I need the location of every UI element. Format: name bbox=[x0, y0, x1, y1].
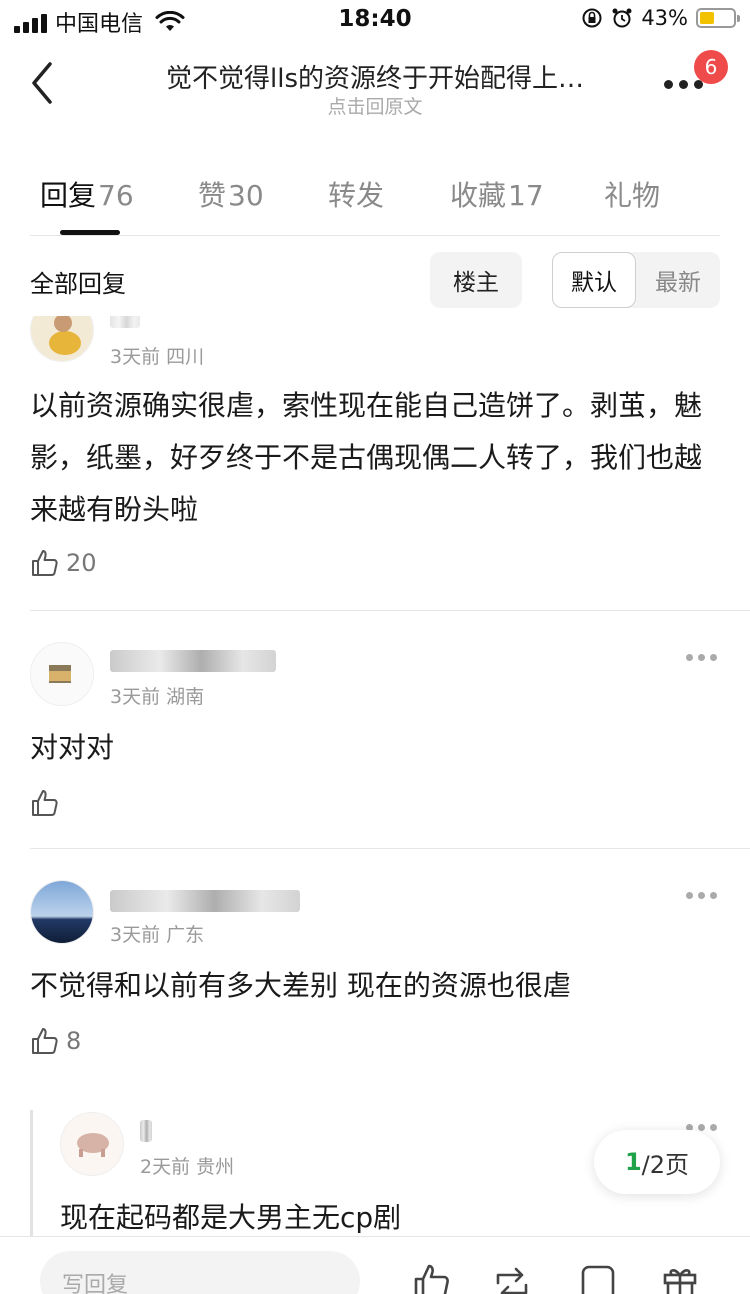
username[interactable] bbox=[110, 650, 276, 672]
comment-text[interactable]: 不觉得和以前有多大差别 现在的资源也很虐 bbox=[30, 960, 720, 1012]
divider bbox=[30, 610, 750, 611]
repost-icon[interactable] bbox=[492, 1261, 532, 1294]
username[interactable] bbox=[110, 890, 300, 912]
comment-meta: 2天前 贵州 bbox=[140, 1156, 235, 1178]
gift-icon[interactable] bbox=[660, 1261, 700, 1294]
comment-more-button[interactable] bbox=[686, 654, 720, 664]
like-button[interactable]: 8 bbox=[30, 1026, 81, 1056]
avatar[interactable] bbox=[60, 1112, 124, 1176]
like-count: 20 bbox=[66, 549, 97, 577]
total-pages: /2页 bbox=[641, 1150, 690, 1179]
like-button[interactable] bbox=[30, 788, 66, 818]
username[interactable] bbox=[140, 1120, 152, 1142]
nav-bar: 觉不觉得lls的资源终于开始配得上… 点击回原文 6 bbox=[0, 40, 750, 130]
avatar[interactable] bbox=[30, 316, 94, 362]
comment-icon[interactable] bbox=[578, 1261, 618, 1294]
battery-percent: 43% bbox=[641, 6, 688, 30]
comment-text[interactable]: 对对对 bbox=[30, 722, 720, 774]
current-page: 1 bbox=[624, 1148, 642, 1176]
thumbs-up-icon bbox=[32, 790, 58, 816]
battery-icon bbox=[696, 8, 740, 28]
comment-meta: 3天前 湖南 bbox=[110, 686, 205, 708]
tab-reposts[interactable]: 转发 bbox=[328, 174, 386, 214]
comment-text[interactable]: 现在起码都是大男主无cp剧 bbox=[60, 1192, 700, 1236]
status-bar: 中国电信 18:40 43% bbox=[0, 0, 750, 40]
thumbs-up-icon bbox=[32, 550, 58, 576]
tab-likes[interactable]: 赞30 bbox=[198, 174, 264, 214]
notification-badge: 6 bbox=[694, 50, 728, 84]
back-to-post-link[interactable]: 点击回原文 bbox=[120, 92, 630, 119]
like-button[interactable]: 20 bbox=[30, 548, 97, 578]
active-tab-indicator bbox=[60, 230, 120, 235]
divider bbox=[30, 848, 750, 849]
reply-thread-line bbox=[30, 1110, 33, 1236]
thumbs-up-icon bbox=[32, 1028, 58, 1054]
owner-only-chip[interactable]: 楼主 bbox=[430, 252, 522, 308]
sort-default-button[interactable]: 默认 bbox=[552, 252, 636, 308]
comment-meta: 3天前 广东 bbox=[110, 924, 205, 946]
username[interactable] bbox=[110, 316, 140, 328]
sort-toggle: 默认 最新 bbox=[552, 252, 720, 308]
tab-replies[interactable]: 回复76 bbox=[40, 174, 134, 214]
filter-row: 全部回复 楼主 默认 最新 bbox=[30, 252, 720, 308]
tab-bar: 回复76 赞30 转发 收藏17 礼物 bbox=[30, 160, 720, 236]
like-count: 8 bbox=[66, 1027, 82, 1055]
all-replies-heading: 全部回复 bbox=[30, 270, 126, 298]
write-reply-input[interactable]: 写回复 bbox=[40, 1251, 360, 1294]
thumbs-up-icon[interactable] bbox=[412, 1261, 452, 1294]
back-button[interactable] bbox=[24, 58, 64, 108]
tab-gifts[interactable]: 礼物 bbox=[604, 174, 662, 214]
post-title[interactable]: 觉不觉得lls的资源终于开始配得上… bbox=[120, 58, 630, 95]
rotation-lock-icon bbox=[582, 8, 602, 28]
bottom-bar: 写回复 bbox=[0, 1236, 750, 1294]
avatar[interactable] bbox=[30, 642, 94, 706]
avatar[interactable] bbox=[30, 880, 94, 944]
comment-text[interactable]: 以前资源确实很虐，索性现在能自己造饼了。剥茧，魅影，纸墨，好歹终于不是古偶现偶二… bbox=[30, 380, 720, 536]
sort-latest-button[interactable]: 最新 bbox=[636, 252, 720, 308]
comment-more-button[interactable] bbox=[686, 892, 720, 902]
comment-meta: 3天前 四川 bbox=[110, 346, 205, 368]
alarm-icon bbox=[612, 8, 632, 28]
comment-list[interactable]: 3天前 四川 以前资源确实很虐，索性现在能自己造饼了。剥茧，魅影，纸墨，好歹终于不… bbox=[0, 316, 750, 1236]
tab-favorites[interactable]: 收藏17 bbox=[450, 174, 544, 214]
page-indicator[interactable]: 1/2页 bbox=[594, 1130, 720, 1194]
